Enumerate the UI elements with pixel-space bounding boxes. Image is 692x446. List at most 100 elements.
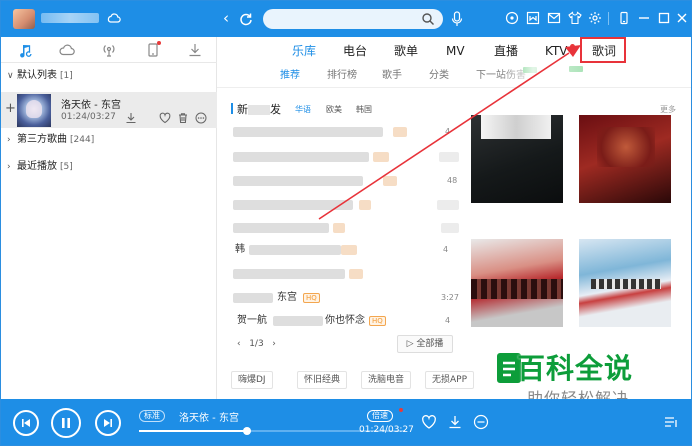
playlist-group-recent[interactable]: › 最近播放 [5]	[1, 159, 217, 175]
minimize-icon[interactable]	[637, 11, 651, 25]
list-item[interactable]	[233, 198, 463, 212]
list-item[interactable]: 韩 4	[233, 243, 463, 257]
album-tile[interactable]	[579, 239, 671, 327]
group-count: [244]	[70, 135, 95, 145]
section-tab-chinese[interactable]: 华语	[295, 104, 311, 115]
list-item[interactable]	[233, 267, 463, 281]
next-track-button[interactable]	[95, 410, 121, 436]
mini-mode-icon[interactable]	[617, 11, 631, 25]
row-number: 4	[445, 127, 451, 136]
pause-button[interactable]	[51, 408, 81, 438]
search-input[interactable]	[263, 9, 443, 29]
playback-time: 01:24/03:27	[359, 425, 414, 435]
music-app-window: ‹ ∨ 默认列表 [1] + 洛天依 - 东宫 01:24/03:27 › 第三…	[0, 0, 692, 446]
pager: ‹ 1/3 ›	[237, 339, 276, 349]
settings-gear-icon[interactable]	[588, 11, 602, 25]
cloud-sync-icon[interactable]	[107, 12, 121, 24]
tab-music-library[interactable]: 乐库	[292, 43, 316, 59]
song-row[interactable]: + 洛天依 - 东宫 01:24/03:27	[1, 92, 217, 128]
section-tab-western[interactable]: 欧美	[326, 104, 342, 115]
list-item[interactable]: 贺一航 你也怀念 HQ 4	[233, 314, 463, 328]
music-note-icon[interactable]	[17, 42, 33, 58]
message-icon[interactable]	[547, 11, 561, 25]
group-count: [5]	[60, 162, 73, 172]
next-page-icon[interactable]: ›	[272, 339, 276, 349]
download-icon[interactable]	[125, 112, 137, 124]
title-bar: ‹	[1, 1, 691, 37]
player-bar: 标准 洛天依 - 东宫 倍速 01:24/03:27	[1, 399, 691, 445]
album-tile[interactable]	[471, 239, 563, 327]
section-tab-korean[interactable]: 韩国	[356, 104, 372, 115]
more-options-icon[interactable]	[195, 112, 207, 124]
tab-live[interactable]: 直播	[494, 43, 518, 59]
back-button[interactable]: ‹	[219, 10, 233, 26]
refresh-icon[interactable]	[239, 11, 253, 27]
notification-dot	[399, 408, 403, 412]
list-item[interactable]	[233, 150, 463, 164]
tab-playlists[interactable]: 歌单	[394, 43, 418, 59]
row-number: 3:27	[441, 293, 459, 302]
prev-page-icon[interactable]: ‹	[237, 339, 241, 349]
user-name-blurred[interactable]	[41, 13, 99, 23]
more-options-icon[interactable]	[473, 414, 489, 430]
list-item[interactable]: 东宫 HQ 3:27	[233, 291, 463, 305]
microphone-icon[interactable]	[451, 11, 463, 27]
download-icon[interactable]	[447, 414, 463, 430]
trash-icon[interactable]	[177, 112, 189, 124]
album-tile[interactable]	[471, 115, 563, 203]
skin-center-icon[interactable]	[526, 11, 540, 25]
now-playing-title: 洛天依 - 东宫	[179, 413, 239, 424]
toolbar-divider	[608, 12, 609, 25]
close-icon[interactable]	[675, 11, 689, 25]
category-chip[interactable]: 嗨爆DJ	[231, 371, 273, 389]
list-item[interactable]	[233, 221, 463, 235]
song-title: 洛天依 - 东宫	[61, 100, 121, 111]
quality-selector[interactable]: 标准	[139, 410, 165, 422]
maximize-icon[interactable]	[657, 11, 671, 25]
play-icon: ▷	[406, 339, 414, 349]
playlist-group-thirdparty[interactable]: › 第三方歌曲 [244]	[1, 132, 217, 148]
heart-icon[interactable]	[159, 112, 171, 124]
play-all-button[interactable]: ▷ 全部播	[397, 335, 453, 353]
hq-badge: HQ	[303, 293, 320, 303]
speed-button[interactable]: 倍速	[367, 410, 393, 422]
group-count: [1]	[60, 71, 73, 81]
tshirt-skin-icon[interactable]	[568, 11, 582, 25]
add-icon[interactable]: +	[5, 101, 16, 116]
skip-forward-icon	[104, 419, 112, 427]
subtab-charts[interactable]: 排行榜	[327, 69, 357, 83]
main-content: 乐库 电台 歌单 MV 直播 KTV 歌词 推荐 排行榜 歌手 分类 下一站伤害…	[217, 37, 691, 399]
category-chip[interactable]: 无损APP	[425, 371, 475, 389]
chevron-right-icon: ›	[7, 135, 11, 145]
playlist-icon[interactable]	[663, 414, 679, 430]
row-number: 4	[445, 316, 451, 325]
progress-fill	[139, 430, 247, 432]
download-icon[interactable]	[187, 42, 203, 58]
cloud-icon[interactable]	[59, 42, 75, 58]
more-link[interactable]: 更多	[660, 104, 676, 115]
radar-icon[interactable]	[505, 11, 519, 25]
tab-mv[interactable]: MV	[446, 43, 465, 59]
playlist-group-default[interactable]: ∨ 默认列表 [1]	[1, 68, 217, 84]
tab-lyrics[interactable]: 歌词	[592, 43, 616, 59]
album-tile[interactable]	[579, 115, 671, 203]
list-item[interactable]: 4	[233, 125, 463, 139]
tab-ktv[interactable]: KTV	[545, 43, 567, 59]
row-number: 4	[443, 245, 449, 254]
progress-handle[interactable]	[242, 427, 251, 435]
list-item[interactable]: 48	[233, 174, 463, 188]
radio-broadcast-icon[interactable]	[101, 42, 117, 58]
group-name: 默认列表	[17, 70, 57, 81]
user-avatar[interactable]	[13, 9, 35, 29]
previous-track-button[interactable]	[13, 410, 39, 436]
subtab-artists[interactable]: 歌手	[382, 69, 402, 83]
skip-back-icon	[22, 419, 30, 427]
heart-icon[interactable]	[421, 414, 437, 430]
subtab-recommend[interactable]: 推荐	[280, 69, 300, 83]
row-number: 48	[447, 176, 458, 185]
category-chip[interactable]: 洗脑电音	[361, 371, 412, 389]
tab-radio[interactable]: 电台	[343, 43, 367, 59]
subtab-categories[interactable]: 分类	[429, 69, 449, 83]
search-icon[interactable]	[421, 12, 435, 26]
category-chip[interactable]: 怀旧经典	[297, 371, 348, 389]
